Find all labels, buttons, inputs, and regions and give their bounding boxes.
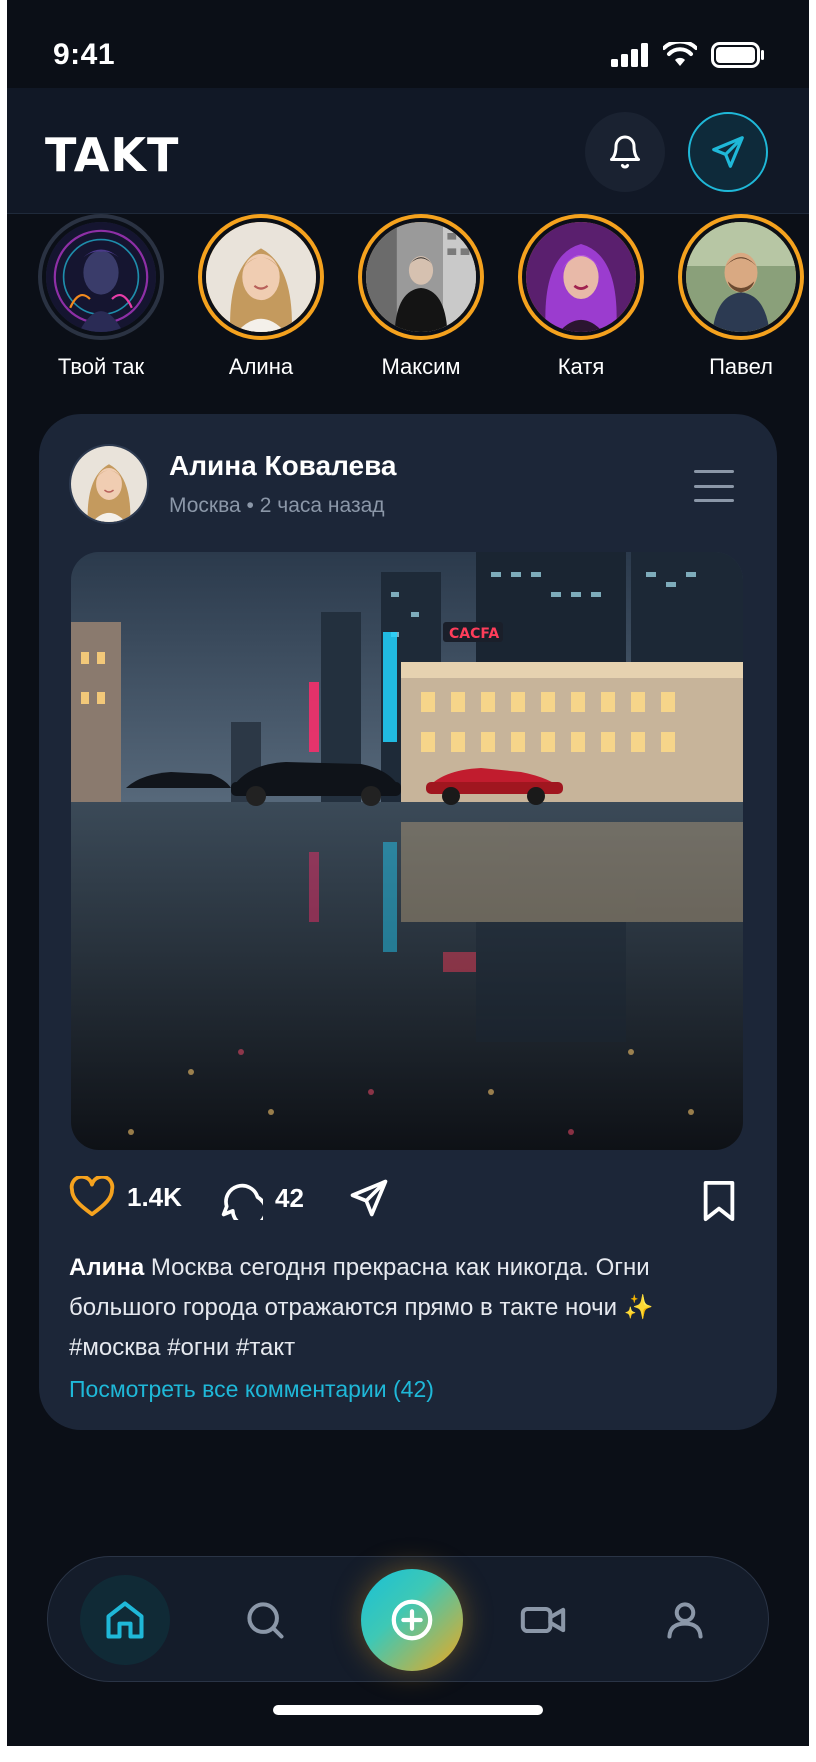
story-avatar (202, 218, 320, 336)
comment-button[interactable]: 42 (219, 1176, 304, 1220)
search-icon (247, 1602, 284, 1639)
status-icons (611, 42, 765, 68)
story-name: Алина (228, 354, 294, 379)
story-name: Максим (381, 354, 461, 379)
send-icon (712, 136, 744, 168)
story-pavel[interactable]: Павел (671, 214, 809, 380)
home-icon (106, 1601, 144, 1639)
story-name: Катя (557, 354, 605, 379)
notifications-button[interactable] (585, 112, 665, 192)
post-card: Алина Ковалева Москва • 2 часа назад CAC… (39, 414, 777, 1430)
bell-icon (610, 135, 640, 169)
video-icon (520, 1606, 566, 1634)
story-maksim[interactable]: Максим (351, 214, 491, 380)
story-avatar (362, 218, 480, 336)
post-caption: Алина Москва сегодня прекрасна как никог… (69, 1248, 749, 1368)
story-name: Твой так (57, 354, 145, 379)
share-button[interactable] (347, 1176, 391, 1220)
messages-button[interactable] (688, 112, 768, 192)
post-actions: 1.4K 42 (69, 1176, 749, 1232)
like-button[interactable]: 1.4K (69, 1176, 182, 1218)
meta-separator: • (246, 494, 254, 517)
post-meta: Москва • 2 часа назад (169, 494, 385, 518)
signal-icon (611, 43, 648, 67)
heart-icon (69, 1176, 115, 1217)
app-header: TAKT (7, 88, 809, 214)
nav-search[interactable] (220, 1575, 310, 1665)
stories-row: Твой так Алина Максим Катя Павел (7, 214, 809, 394)
story-katya[interactable]: Катя (511, 214, 651, 380)
battery-icon (711, 42, 764, 68)
app-logo: TAKT (45, 128, 180, 182)
status-time: 9:41 (53, 38, 116, 71)
post-menu-button[interactable] (694, 470, 734, 502)
nav-profile[interactable] (640, 1575, 730, 1665)
comment-icon (221, 1183, 263, 1220)
comments-count: 42 (275, 1182, 304, 1213)
story-avatar (682, 218, 800, 336)
home-indicator (273, 1705, 543, 1715)
nav-video[interactable] (498, 1575, 588, 1665)
post-time: 2 часа назад (259, 494, 385, 517)
svg-text:CACFA: CACFA (449, 626, 499, 642)
menu-icon (694, 470, 734, 473)
profile-icon (667, 1602, 703, 1639)
nav-create-post[interactable] (361, 1569, 463, 1671)
likes-count: 1.4K (127, 1181, 182, 1212)
post-author-avatar[interactable] (69, 444, 149, 524)
wifi-icon (663, 42, 697, 66)
bottom-nav (47, 1556, 769, 1682)
caption-author[interactable]: Алина (69, 1254, 144, 1281)
story-alina[interactable]: Алина (191, 214, 331, 380)
story-avatar (522, 218, 640, 336)
post-photo: CACFA (71, 552, 743, 1150)
bookmark-icon (703, 1180, 735, 1222)
share-icon (350, 1179, 388, 1217)
nav-home[interactable] (80, 1575, 170, 1665)
status-bar: 9:41 (7, 0, 809, 88)
caption-text: Москва сегодня прекрасна как никогда. Ог… (69, 1254, 654, 1361)
post-author-name[interactable]: Алина Ковалева (169, 450, 397, 482)
post-image[interactable]: CACFA (71, 552, 743, 1150)
story-own[interactable]: Твой так (31, 214, 171, 380)
post-location: Москва (169, 494, 241, 517)
view-comments-link[interactable]: Посмотреть все комментарии (42) (69, 1376, 434, 1403)
story-avatar (42, 218, 160, 336)
bookmark-button[interactable] (701, 1180, 737, 1227)
phone-screen: 9:41 TAKT Твой так Алина Максим Катя Пав… (7, 0, 809, 1746)
story-name: Павел (709, 354, 773, 379)
plus-icon (391, 1599, 433, 1641)
